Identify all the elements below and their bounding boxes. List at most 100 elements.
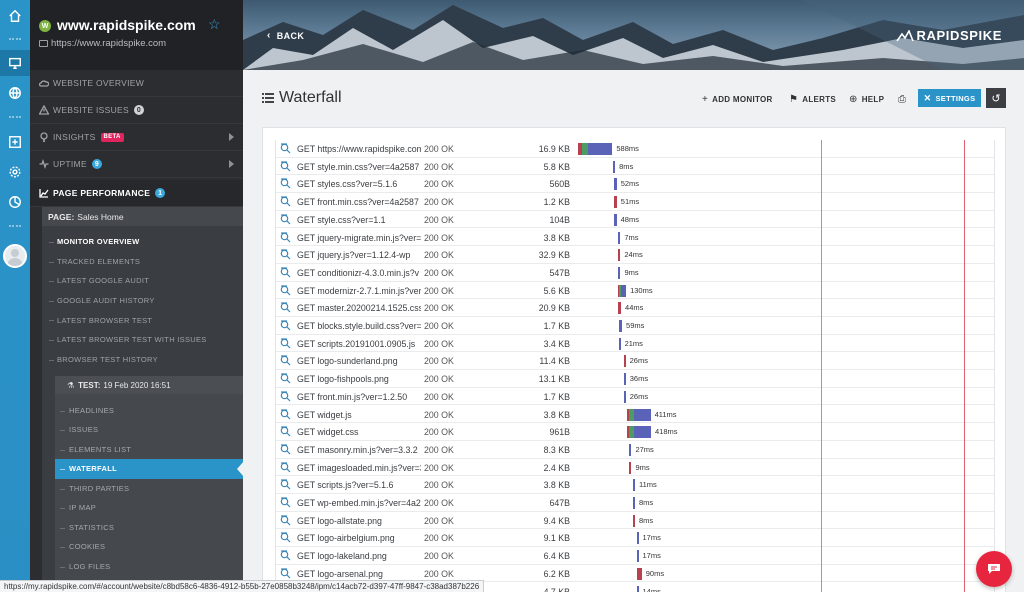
add-monitor-icon[interactable] (0, 129, 30, 155)
test-item-third-parties[interactable]: THIRD PARTIES (60, 479, 243, 499)
inspect-request-icon[interactable] (280, 568, 291, 579)
page-selector[interactable]: PAGE: Sales Home (42, 207, 243, 226)
settings-gear-icon[interactable] (0, 159, 30, 185)
timing-bar[interactable] (636, 532, 639, 545)
nav-website-issues[interactable]: WEBSITE ISSUES 0 (30, 97, 243, 124)
test-item-waterfall[interactable]: WATERFALL (55, 459, 243, 479)
inspect-request-icon[interactable] (280, 444, 291, 455)
timing-bar[interactable] (629, 461, 632, 474)
inspect-request-icon[interactable] (280, 338, 291, 349)
chat-button[interactable] (976, 551, 1012, 587)
inspect-request-icon[interactable] (280, 161, 291, 172)
reports-pie-icon[interactable] (0, 189, 30, 215)
user-avatar[interactable] (3, 244, 27, 268)
inspect-request-icon[interactable] (280, 373, 291, 384)
sub-item-browser-test-history[interactable]: BROWSER TEST HISTORY (49, 350, 243, 370)
timing-bar[interactable] (618, 231, 621, 244)
inspect-request-icon[interactable] (280, 267, 291, 278)
test-item-log-files[interactable]: LOG FILES (60, 557, 243, 577)
print-button[interactable]: ⎙ (898, 91, 910, 107)
waterfall-row[interactable]: GET scripts.js?ver=5.1.6 200 OK 3.8 KB 11ms (276, 476, 994, 494)
inspect-request-icon[interactable] (280, 214, 291, 225)
nav-insights[interactable]: INSIGHTS BETA (30, 124, 243, 151)
sub-item-monitor-overview[interactable]: MONITOR OVERVIEW (49, 232, 243, 252)
history-button[interactable]: ↺ (986, 88, 1006, 108)
timing-bar[interactable] (618, 337, 621, 350)
timing-bar[interactable] (636, 567, 642, 580)
inspect-request-icon[interactable] (280, 302, 291, 313)
waterfall-row[interactable]: GET https://www.rapidspike.com/200 OK 16.… (276, 140, 994, 158)
timing-bar[interactable] (623, 373, 626, 386)
timing-bar[interactable] (626, 426, 651, 439)
waterfall-row[interactable]: GET masonry.min.js?ver=3.3.2 200 OK 8.3 KB… (276, 441, 994, 459)
timing-bar[interactable] (618, 266, 621, 279)
sub-item-latest-browser-test[interactable]: LATEST BROWSER TEST (49, 310, 243, 330)
waterfall-row[interactable]: GET scripts.20191001.0905.js 200 OK 3.4 KB… (276, 335, 994, 353)
timing-bar[interactable] (578, 143, 613, 155)
sub-item-tracked-elements[interactable]: TRACKED ELEMENTS (49, 252, 243, 272)
inspect-request-icon[interactable] (280, 284, 291, 296)
sub-item-google-audit-history[interactable]: GOOGLE AUDIT HISTORY (49, 291, 243, 311)
inspect-request-icon[interactable] (280, 231, 291, 243)
nav-uptime[interactable]: UPTIME 9 (30, 151, 243, 178)
help-button[interactable]: ⊕ HELP (849, 91, 884, 107)
add-monitor-button[interactable]: + ADD MONITOR (702, 91, 773, 107)
waterfall-row[interactable]: GET style.css?ver=1.1 200 OK 104B 48ms (276, 211, 994, 229)
inspect-request-icon[interactable] (280, 355, 291, 366)
timing-bar[interactable] (618, 320, 623, 332)
waterfall-row[interactable]: GET conditionizr-4.3.0.min.js?v 200 OK 547… (276, 264, 994, 282)
waterfall-row[interactable]: GET jquery.js?ver=1.12.4-wp 200 OK 32.9 KB… (276, 246, 994, 264)
globe-icon[interactable] (0, 80, 30, 106)
waterfall-row[interactable]: GET logo-fishpools.png 200 OK 13.1 KB 36ms (276, 370, 994, 388)
brand-logo[interactable]: RAPIDSPIKE (895, 28, 1002, 43)
settings-button[interactable]: ✕ SETTINGS (918, 89, 981, 107)
timing-bar[interactable] (623, 390, 626, 403)
waterfall-row[interactable]: GET front.min.css?ver=4a2587 200 OK 1.2 KB… (276, 193, 994, 211)
timing-bar[interactable] (629, 443, 632, 456)
inspect-request-icon[interactable] (280, 408, 291, 420)
home-icon[interactable] (0, 3, 30, 29)
waterfall-row[interactable]: GET logo-allstate.png 200 OK 9.4 KB 8ms (276, 512, 994, 530)
test-selector[interactable]: ⚗ TEST: 19 Feb 2020 16:51 (55, 376, 243, 394)
inspect-request-icon[interactable] (280, 515, 291, 526)
waterfall-row[interactable]: GET logo-airbelgium.png 200 OK 9.1 KB 17ms (276, 529, 994, 548)
timing-bar[interactable] (623, 355, 626, 368)
site-name[interactable]: www.rapidspike.com (57, 17, 196, 33)
timing-bar[interactable] (632, 479, 635, 492)
waterfall-row[interactable]: GET logo-sunderland.png 200 OK 11.4 KB 26ms (276, 352, 994, 371)
waterfall-row[interactable]: GET logo-lakeland.png 200 OK 6.4 KB 17ms (276, 547, 994, 565)
waterfall-row[interactable]: GET master.20200214.1525.css 200 OK 20.9 K… (276, 299, 994, 317)
timing-bar[interactable] (636, 550, 639, 563)
nav-website-overview[interactable]: WEBSITE OVERVIEW (30, 70, 243, 97)
inspect-request-icon[interactable] (280, 532, 291, 543)
test-item-headlines[interactable]: HEADLINES (60, 401, 243, 421)
timing-bar[interactable] (626, 408, 651, 421)
test-item-issues[interactable]: ISSUES (60, 420, 243, 440)
waterfall-row[interactable]: GET blocks.style.build.css?ver= 200 OK 1.7… (276, 317, 994, 335)
sub-item-latest-browser-test-issues[interactable]: LATEST BROWSER TEST WITH ISSUES (49, 330, 243, 350)
inspect-request-icon[interactable] (280, 143, 291, 154)
site-url[interactable]: https://www.rapidspike.com (51, 38, 166, 49)
monitor-icon[interactable] (0, 50, 30, 76)
waterfall-row[interactable]: GET style.min.css?ver=4a2587 200 OK 5.8 KB… (276, 158, 994, 176)
waterfall-row[interactable]: GET widget.js 200 OK 3.8 KB 411ms (276, 406, 994, 424)
test-item-statistics[interactable]: STATISTICS (60, 518, 243, 538)
waterfall-row[interactable]: GET front.min.js?ver=1.2.50 200 OK 1.7 KB 2… (276, 388, 994, 406)
timing-bar[interactable] (613, 178, 617, 191)
timing-bar[interactable] (613, 213, 617, 226)
sub-item-latest-google-audit[interactable]: LATEST GOOGLE AUDIT (49, 271, 243, 291)
waterfall-row[interactable]: GET modernizr-2.7.1.min.js?ver 200 OK 5.6 … (276, 282, 994, 300)
inspect-request-icon[interactable] (280, 479, 291, 490)
test-item-cookies[interactable]: COOKIES (60, 537, 243, 557)
inspect-request-icon[interactable] (280, 461, 291, 473)
timing-bar[interactable] (632, 497, 635, 509)
inspect-request-icon[interactable] (280, 550, 291, 561)
waterfall-row[interactable]: GET widget.css 200 OK 961B 418ms (276, 423, 994, 441)
inspect-request-icon[interactable] (280, 249, 291, 260)
timing-bar[interactable] (618, 302, 622, 315)
waterfall-row[interactable]: GET wp-embed.min.js?ver=4a2587200 OK 647B… (276, 494, 994, 512)
timing-bar[interactable] (613, 196, 617, 209)
timing-bar[interactable] (636, 585, 639, 592)
timing-bar[interactable] (618, 284, 627, 297)
inspect-request-icon[interactable] (280, 196, 291, 207)
